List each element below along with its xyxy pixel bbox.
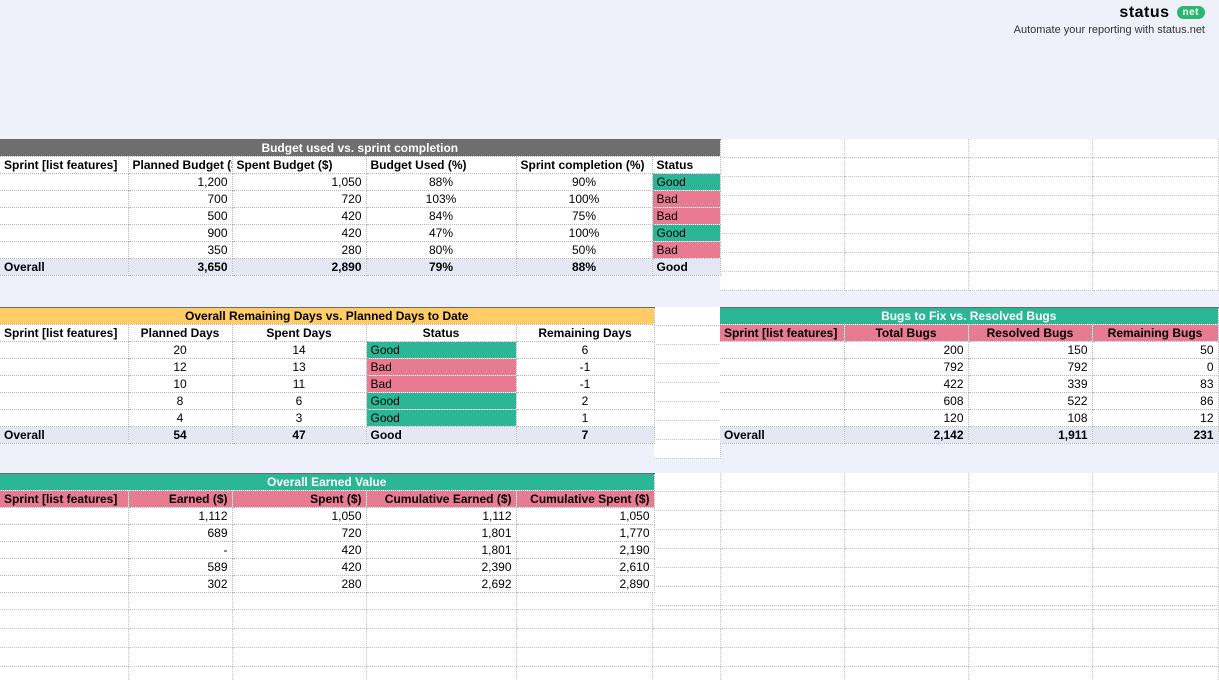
budget-table: Budget used vs. sprint completion Sprint… [0, 139, 721, 276]
bugs-h3: Remaining Bugs [1092, 325, 1218, 342]
table-row: 20015050 [720, 342, 1218, 359]
earned-h3: Cumulative Earned ($) [366, 491, 516, 508]
days-h3: Status [366, 325, 516, 342]
ghost-grid-mid-right [654, 473, 1219, 606]
budget-h4: Sprint completion (%) [516, 157, 652, 174]
days-table: Overall Remaining Days vs. Planned Days … [0, 307, 655, 444]
table-row: 6897201,8011,770 [0, 525, 654, 542]
brand-name: status [1119, 4, 1169, 21]
table-row: 42233983 [720, 376, 1218, 393]
status-badge: Good [366, 342, 516, 359]
budget-h2: Spent Budget ($) [232, 157, 366, 174]
table-row: 35028080%50%Bad [0, 242, 720, 259]
status-badge: Bad [652, 208, 720, 225]
ghost-grid-gap-col [654, 307, 721, 459]
bugs-h2: Resolved Bugs [968, 325, 1092, 342]
earned-h4: Cumulative Spent ($) [516, 491, 654, 508]
ghost-grid-top-right [720, 139, 1219, 291]
status-badge: Good [652, 225, 720, 242]
table-row: 700720103%100%Bad [0, 191, 720, 208]
table-row: 5894202,3902,610 [0, 559, 654, 576]
status-badge: Good [366, 410, 516, 427]
budget-h0: Sprint [list features] [0, 157, 128, 174]
days-title: Overall Remaining Days vs. Planned Days … [0, 308, 654, 325]
table-row-total: Overall 3,650 2,890 79% 88% Good [0, 259, 720, 276]
table-row: 1,1121,0501,1121,050 [0, 508, 654, 525]
status-badge: Good [366, 427, 516, 444]
status-badge: Bad [366, 359, 516, 376]
table-row: 1011Bad-1 [0, 376, 654, 393]
status-badge: Good [652, 174, 720, 191]
brand-pill: net [1177, 6, 1206, 19]
days-h1: Planned Days [128, 325, 232, 342]
status-badge: Bad [366, 376, 516, 393]
table-row-total: Overall 54 47 Good 7 [0, 427, 654, 444]
table-row: 1213Bad-1 [0, 359, 654, 376]
budget-title: Budget used vs. sprint completion [0, 140, 720, 157]
earned-h0: Sprint [list features] [0, 491, 128, 508]
table-row: 50042084%75%Bad [0, 208, 720, 225]
days-h4: Remaining Days [516, 325, 654, 342]
table-row: 90042047%100%Good [0, 225, 720, 242]
status-badge: Bad [652, 242, 720, 259]
bugs-table: Bugs to Fix vs. Resolved Bugs Sprint [li… [720, 307, 1219, 444]
table-row: 7927920 [720, 359, 1218, 376]
table-row: 43Good1 [0, 410, 654, 427]
bugs-h1: Total Bugs [844, 325, 968, 342]
status-badge: Bad [652, 191, 720, 208]
earned-title: Overall Earned Value [0, 474, 654, 491]
table-row: 1,2001,05088%90%Good [0, 174, 720, 191]
table-row: 2014Good6 [0, 342, 654, 359]
earned-table: Overall Earned Value Sprint [list featur… [0, 473, 655, 593]
brand-block: status net Automate your reporting with … [1014, 4, 1205, 36]
bugs-title: Bugs to Fix vs. Resolved Bugs [720, 308, 1218, 325]
earned-h2: Spent ($) [232, 491, 366, 508]
status-badge: Good [366, 393, 516, 410]
budget-h1: Planned Budget ($) [128, 157, 232, 174]
brand-logo: status net [1014, 4, 1205, 22]
budget-h5: Status [652, 157, 720, 174]
days-h0: Sprint [list features] [0, 325, 128, 342]
bugs-h0: Sprint [list features] [720, 325, 844, 342]
status-badge: Good [652, 259, 720, 276]
brand-tagline: Automate your reporting with status.net [1014, 24, 1205, 36]
table-row: 60852286 [720, 393, 1218, 410]
table-row: 12010812 [720, 410, 1218, 427]
table-row: -4201,8012,190 [0, 542, 654, 559]
days-h2: Spent Days [232, 325, 366, 342]
table-row: 3022802,6922,890 [0, 576, 654, 593]
table-row: 86Good2 [0, 393, 654, 410]
earned-h1: Earned ($) [128, 491, 232, 508]
budget-h3: Budget Used (%) [366, 157, 516, 174]
table-row-total: Overall 2,142 1,911 231 [720, 427, 1218, 444]
